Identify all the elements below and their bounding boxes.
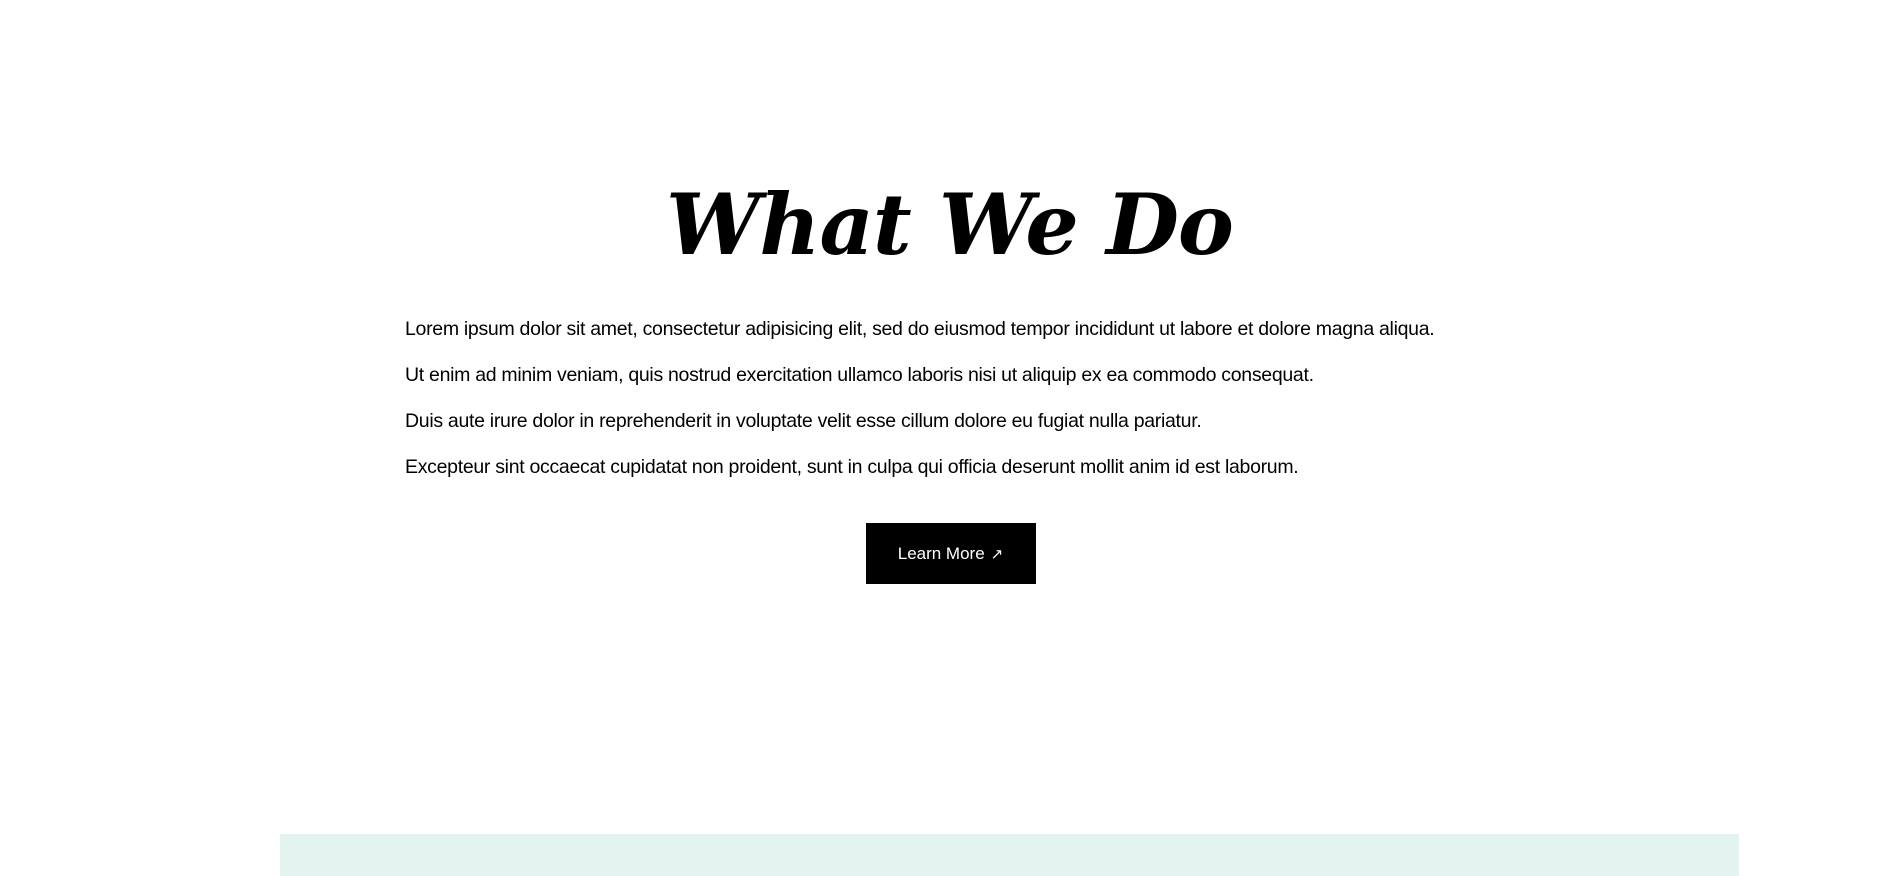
- learn-more-button[interactable]: Learn More ↗: [865, 523, 1036, 584]
- learn-more-label: Learn More: [897, 544, 985, 563]
- body-paragraph: Excepteur sint occaecat cupidatat non pr…: [405, 456, 1299, 478]
- body-paragraph: Lorem ipsum dolor sit amet, consectetur …: [405, 318, 1435, 340]
- section-title: What We Do: [666, 175, 1234, 274]
- button-container: Learn More ↗: [0, 523, 1899, 584]
- next-section-band: [280, 834, 1739, 876]
- section-body: Lorem ipsum dolor sit amet, consectetur …: [405, 314, 1525, 498]
- body-paragraph: Duis aute irure dolor in reprehenderit i…: [405, 410, 1202, 432]
- page: What We Do Lorem ipsum dolor sit amet, c…: [0, 0, 1899, 876]
- what-we-do-section: What We Do Lorem ipsum dolor sit amet, c…: [0, 0, 1899, 834]
- body-paragraph: Ut enim ad minim veniam, quis nostrud ex…: [405, 364, 1314, 386]
- arrow-up-right-icon: ↗: [990, 546, 1004, 563]
